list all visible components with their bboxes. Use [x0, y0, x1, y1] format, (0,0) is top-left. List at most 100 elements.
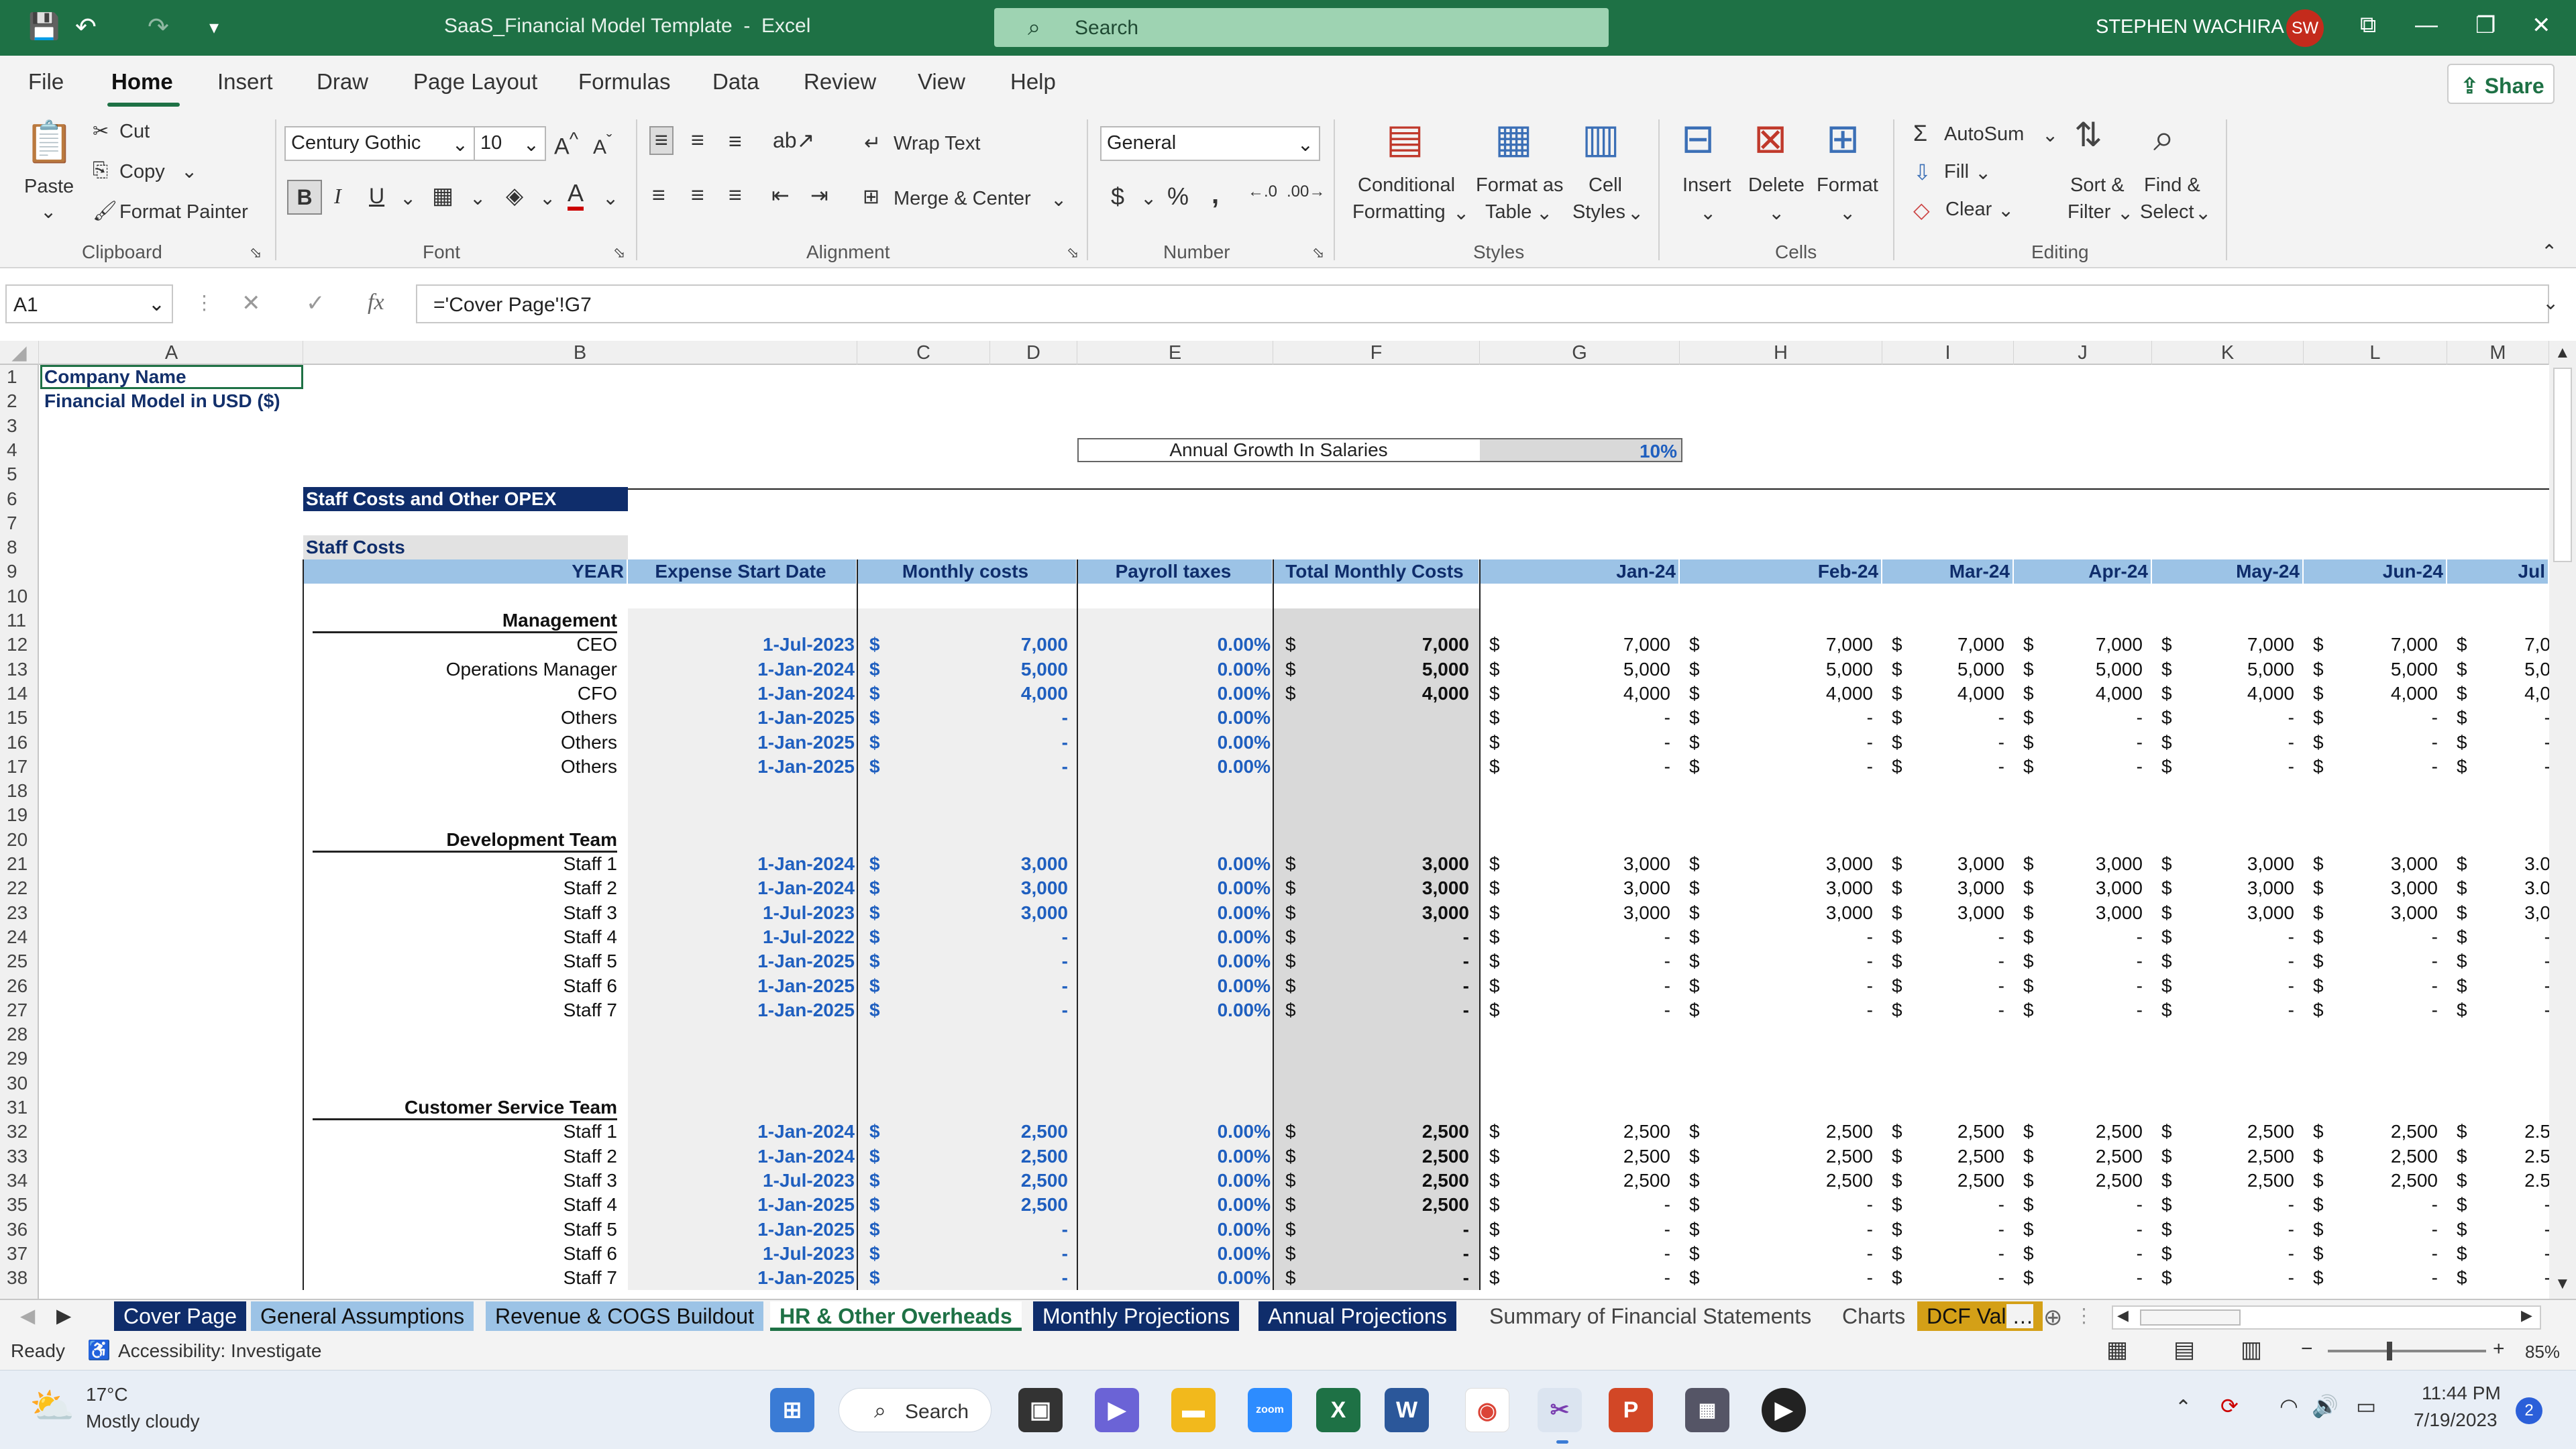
add-sheet-icon[interactable]: ⊕ — [2043, 1304, 2063, 1331]
snipping-tool-icon[interactable]: ✂ — [1538, 1388, 1582, 1432]
font-size-select[interactable]: 10 ⌄ — [474, 126, 546, 161]
month-value-cell[interactable]: - — [1882, 998, 2004, 1022]
payroll-tax-cell[interactable]: 0.00% — [1077, 1218, 1271, 1242]
taskbar-search[interactable]: ⌕ Search — [839, 1388, 991, 1432]
start-date-cell[interactable]: 1-Jul-2023 — [628, 1169, 855, 1193]
month-value-cell[interactable]: 7,000 — [1680, 633, 1873, 657]
start-date-cell[interactable]: 1-Jul-2023 — [628, 633, 855, 657]
cell-styles-button[interactable]: Cell — [1589, 174, 1622, 197]
user-name[interactable]: STEPHEN WACHIRA — [2096, 16, 2284, 38]
month-value-cell[interactable]: - — [2304, 755, 2438, 779]
calculator-icon[interactable]: ▦ — [1685, 1388, 1729, 1432]
spreadsheet-grid[interactable]: ◢ A B C D E F G H I J K L M 1 2 3 4 5 6 7 8 9 10 11 12 13 14 15 16 17… — [0, 341, 2576, 1299]
month-value-cell[interactable]: 3,000 — [2014, 901, 2143, 925]
weather-icon[interactable]: ⛅ — [30, 1385, 74, 1428]
month-value-cell[interactable]: - — [1882, 755, 2004, 779]
column-header[interactable]: K — [2152, 341, 2304, 365]
find-select-icon[interactable]: ⌕ — [2153, 115, 2174, 160]
month-value-cell[interactable]: 3,000 — [2152, 852, 2294, 876]
row-header[interactable]: 22 — [0, 876, 39, 900]
month-value-cell[interactable]: 2,500 — [2152, 1120, 2294, 1144]
row-header[interactable]: 26 — [0, 974, 39, 998]
month-value-cell[interactable]: 3.0 — [2447, 852, 2551, 876]
collapse-ribbon-icon[interactable]: ⌃ — [2541, 240, 2557, 264]
month-value-cell[interactable]: - — [1480, 706, 1670, 730]
prev-sheet-icon[interactable]: ◀ — [20, 1304, 35, 1328]
dialog-launcher-icon[interactable]: ⬂ — [1312, 244, 1324, 262]
conditional-formatting-button[interactable]: Conditional — [1358, 174, 1455, 197]
month-value-cell[interactable]: - — [2152, 925, 2294, 949]
weather-desc[interactable]: Mostly cloudy — [86, 1411, 200, 1432]
month-value-cell[interactable]: - — [2152, 974, 2294, 998]
format-as-table-icon[interactable]: ▦ — [1495, 115, 1533, 162]
month-value-cell[interactable]: 3,000 — [2014, 852, 2143, 876]
payroll-tax-cell[interactable]: 0.00% — [1077, 1120, 1271, 1144]
month-value-cell[interactable]: - — [2152, 949, 2294, 973]
header-month[interactable]: Apr-24 — [2014, 559, 2152, 584]
sheet-tab[interactable]: Annual Projections — [1258, 1301, 1456, 1331]
fill-color-dropdown-icon[interactable]: ⌄ — [539, 186, 555, 210]
row-header[interactable]: 6 — [0, 487, 39, 511]
month-value-cell[interactable]: 5,000 — [2304, 657, 2438, 682]
month-value-cell[interactable]: - — [2304, 731, 2438, 755]
monthly-cost-cell[interactable]: 3,000 — [857, 901, 1068, 925]
staff-name[interactable]: CEO — [303, 633, 617, 657]
payroll-tax-cell[interactable]: 0.00% — [1077, 1266, 1271, 1290]
monthly-cost-cell[interactable]: 7,000 — [857, 633, 1068, 657]
month-value-cell[interactable]: 2,500 — [2014, 1144, 2143, 1169]
row-header[interactable]: 7 — [0, 511, 39, 535]
total-cost-cell[interactable]: 2,500 — [1273, 1169, 1469, 1193]
row-header[interactable]: 34 — [0, 1169, 39, 1193]
scroll-left-icon[interactable]: ◀ — [2117, 1307, 2129, 1324]
month-value-cell[interactable]: - — [2447, 706, 2551, 730]
month-value-cell[interactable]: 4,000 — [1480, 682, 1670, 706]
sort-filter-icon[interactable]: ⇅ — [2074, 115, 2102, 154]
payroll-tax-cell[interactable]: 0.00% — [1077, 1242, 1271, 1266]
tab-help[interactable]: Help — [1010, 69, 1056, 95]
payroll-tax-cell[interactable]: 0.00% — [1077, 925, 1271, 949]
close-icon[interactable]: ✕ — [2532, 12, 2551, 39]
clock-date[interactable]: 7/19/2023 — [2414, 1409, 2498, 1431]
scroll-up-icon[interactable]: ▲ — [2555, 343, 2571, 362]
month-value-cell[interactable]: - — [2447, 925, 2551, 949]
horizontal-scrollbar[interactable]: ◀ ▶ — [2112, 1305, 2541, 1330]
copy-button[interactable]: Copy — [119, 161, 165, 183]
column-header[interactable]: H — [1680, 341, 1882, 365]
month-value-cell[interactable]: 3,000 — [1480, 901, 1670, 925]
payroll-tax-cell[interactable]: 0.00% — [1077, 949, 1271, 973]
monthly-cost-cell[interactable]: - — [857, 1242, 1068, 1266]
month-value-cell[interactable]: 3.0 — [2447, 876, 2551, 900]
month-value-cell[interactable]: - — [1480, 1218, 1670, 1242]
decrease-indent-icon[interactable]: ⇤ — [771, 182, 790, 208]
row-header[interactable]: 30 — [0, 1071, 39, 1095]
month-value-cell[interactable]: - — [1480, 1266, 1670, 1290]
start-date-cell[interactable]: 1-Jul-2023 — [628, 1242, 855, 1266]
tab-review[interactable]: Review — [804, 69, 876, 95]
start-date-cell[interactable]: 1-Jan-2024 — [628, 1120, 855, 1144]
column-header[interactable]: I — [1882, 341, 2014, 365]
column-header[interactable]: M — [2447, 341, 2549, 365]
month-value-cell[interactable]: 2,500 — [1882, 1144, 2004, 1169]
copy-dropdown-icon[interactable]: ⌄ — [181, 160, 197, 183]
row-header[interactable]: 2 — [0, 389, 39, 413]
row-header[interactable]: 38 — [0, 1266, 39, 1290]
month-value-cell[interactable]: 3,000 — [2304, 852, 2438, 876]
column-header[interactable]: C — [857, 341, 990, 365]
insert-function-button[interactable]: fx — [368, 290, 384, 315]
increase-decimal-icon[interactable]: ←.0 — [1248, 182, 1277, 201]
total-cost-cell[interactable]: 3,000 — [1273, 852, 1469, 876]
month-value-cell[interactable]: 2,500 — [1680, 1120, 1873, 1144]
month-value-cell[interactable]: 4,000 — [1882, 682, 2004, 706]
clear-button[interactable]: Clear — [1945, 199, 1992, 221]
row-header[interactable]: 17 — [0, 755, 39, 779]
row-header[interactable]: 36 — [0, 1218, 39, 1242]
month-value-cell[interactable]: - — [1882, 731, 2004, 755]
staff-name[interactable]: Staff 5 — [303, 949, 617, 973]
month-value-cell[interactable]: 4,000 — [2152, 682, 2294, 706]
fill-icon[interactable]: ⇩ — [1913, 160, 1931, 185]
restore-icon[interactable]: ❐ — [2475, 12, 2496, 39]
month-value-cell[interactable]: - — [1680, 974, 1873, 998]
tab-data[interactable]: Data — [712, 69, 759, 95]
total-cost-cell[interactable]: - — [1273, 998, 1469, 1022]
dialog-launcher-icon[interactable]: ⬂ — [613, 244, 625, 262]
